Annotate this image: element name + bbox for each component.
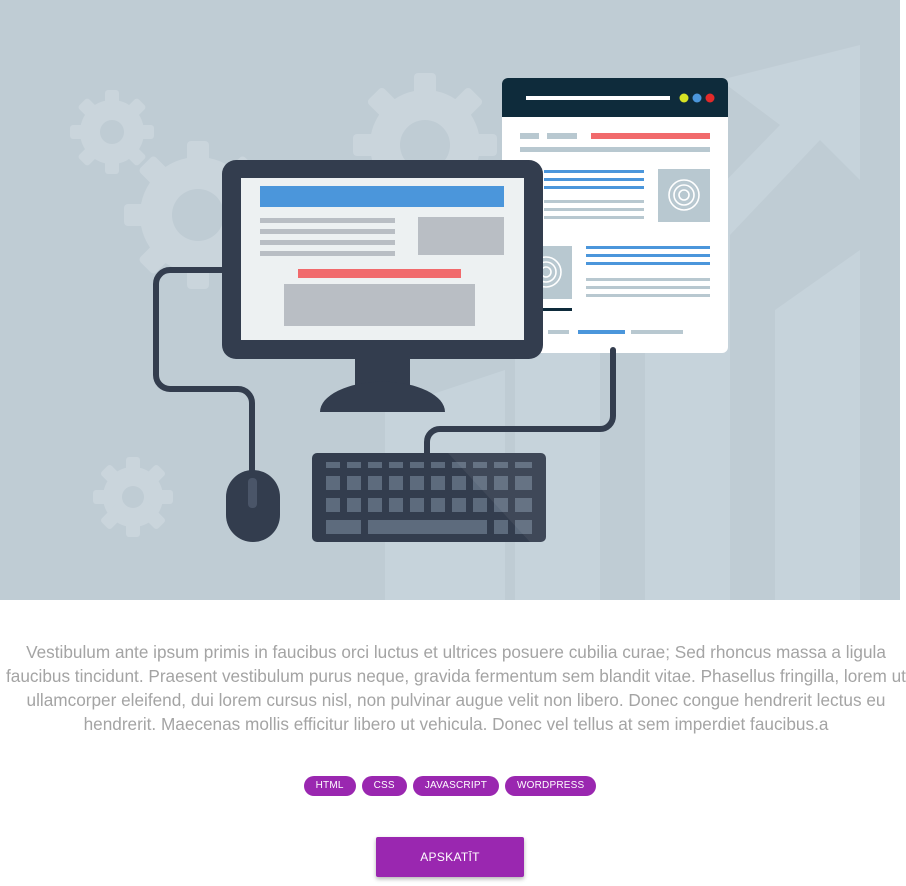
desktop-illustration-svg — [70, 45, 860, 600]
keyboard-icon — [312, 453, 546, 542]
gear-icon — [93, 457, 173, 537]
hero-illustration — [0, 0, 900, 600]
tag-javascript[interactable]: JAVASCRIPT — [412, 776, 500, 796]
tag-html[interactable]: HTML — [303, 776, 356, 796]
tag-css[interactable]: CSS — [361, 776, 407, 796]
tag-wordpress[interactable]: WORDPRESS — [505, 776, 597, 796]
gear-icon — [70, 90, 154, 174]
project-description: Vestibulum ante ipsum primis in faucibus… — [6, 642, 906, 734]
tag-list: HTML CSS JAVASCRIPT WORDPRESS — [0, 776, 900, 796]
mouse-icon — [226, 470, 280, 542]
view-button[interactable]: APSKATĪT — [376, 837, 524, 877]
